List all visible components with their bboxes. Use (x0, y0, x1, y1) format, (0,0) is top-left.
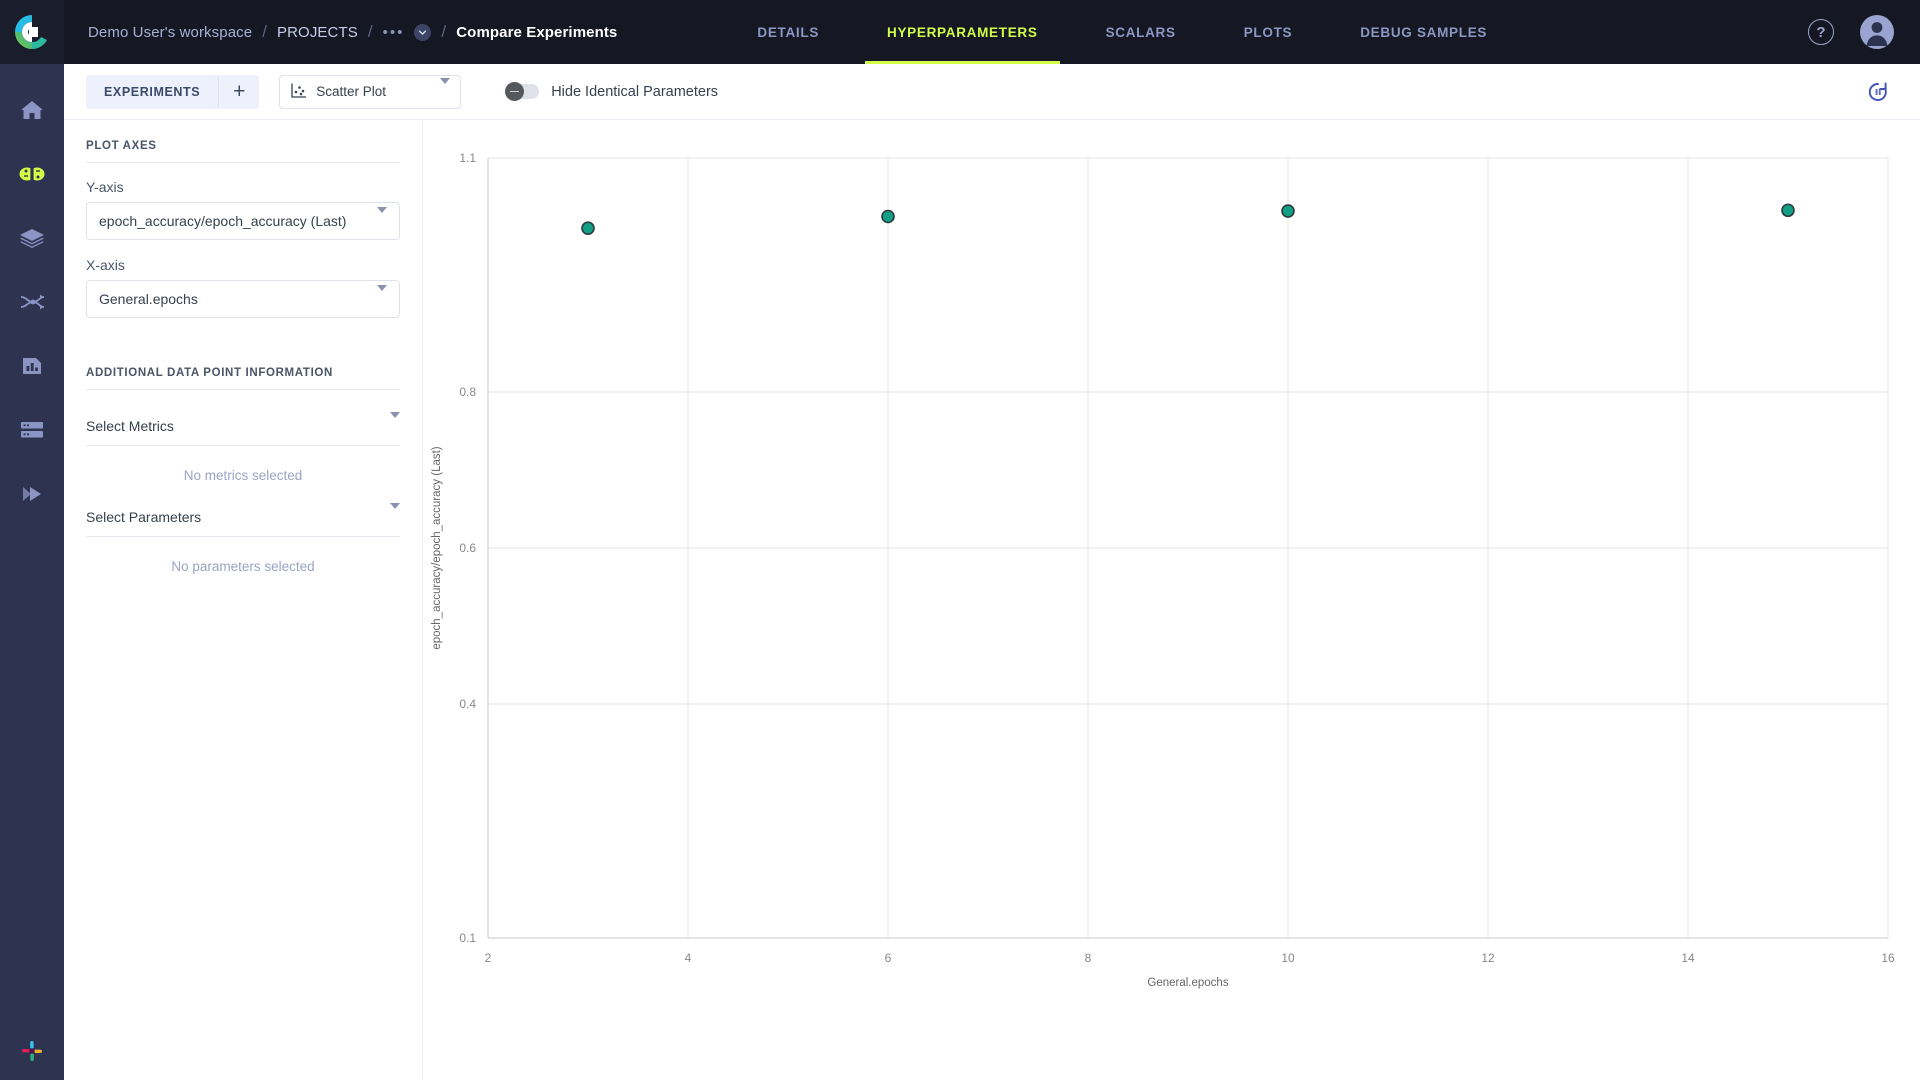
breadcrumb-separator-2: / (367, 22, 373, 41)
sidebar-item-workers[interactable] (0, 398, 64, 462)
top-bar-actions: ? (1808, 0, 1894, 64)
chevron-down-icon (369, 207, 387, 229)
y-axis-select[interactable]: epoch_accuracy/epoch_accuracy (Last) (86, 202, 400, 240)
chevron-down-icon (440, 78, 451, 99)
y-axis-tick-label: 0.4 (459, 697, 476, 711)
y-axis-tick-label: 1.1 (459, 151, 476, 165)
tab-details[interactable]: DETAILS (735, 0, 841, 64)
select-metrics-dropdown[interactable]: Select Metrics (86, 406, 400, 446)
y-axis-tick-label: 0.6 (459, 541, 476, 555)
x-axis-value: General.epochs (99, 291, 198, 307)
scatter-point (1281, 204, 1295, 218)
plot-settings-panel: PLOT AXES Y-axis epoch_accuracy/epoch_ac… (64, 120, 423, 1080)
scatter-plot-icon (290, 82, 307, 102)
sidebar-item-projects[interactable] (0, 142, 64, 206)
select-metrics-label: Select Metrics (86, 417, 174, 434)
sidebar-item-datasets[interactable] (0, 206, 64, 270)
sidebar-item-pipelines[interactable] (0, 270, 64, 334)
tab-plots[interactable]: PLOTS (1222, 0, 1315, 64)
reports-chart-icon (23, 358, 41, 374)
x-axis-tick-label: 2 (485, 951, 492, 965)
chevron-down-icon[interactable] (414, 23, 432, 41)
server-icon (21, 422, 43, 438)
chevron-down-icon (390, 502, 400, 525)
left-rail (0, 64, 64, 1080)
pipelines-icon (20, 294, 45, 310)
top-bar: Demo User's workspace / PROJECTS / ••• /… (0, 0, 1920, 64)
toolbar: EXPERIMENTS + Scatter Plot Hide Identica… (64, 64, 1920, 120)
scatter-point (581, 221, 595, 235)
auto-refresh-pause-icon[interactable] (1862, 76, 1894, 108)
plot-canvas[interactable]: 0.1 0.4 0.6 0.8 1.1 2 4 6 8 10 12 14 16 General.epoch… (424, 120, 1920, 1080)
tab-scalars[interactable]: SCALARS (1084, 0, 1198, 64)
x-axis-tick-label: 14 (1681, 951, 1695, 965)
breadcrumb-ellipsis[interactable]: ••• (383, 24, 405, 41)
toggle-knob (505, 82, 525, 101)
breadcrumb-projects[interactable]: PROJECTS (277, 24, 358, 41)
y-axis-value: epoch_accuracy/epoch_accuracy (Last) (99, 213, 347, 229)
select-parameters-label: Select Parameters (86, 508, 202, 525)
slack-icon (22, 1041, 42, 1061)
tab-debug-samples[interactable]: DEBUG SAMPLES (1338, 0, 1509, 64)
plot-type-value: Scatter Plot (316, 84, 386, 99)
fast-forward-icon (23, 487, 41, 501)
x-axis-select[interactable]: General.epochs (86, 280, 400, 318)
home-icon (21, 101, 43, 119)
add-experiment-button[interactable]: + (219, 74, 260, 109)
y-axis-title: epoch_accuracy/epoch_accuracy (Last) (431, 446, 443, 649)
y-axis-label: Y-axis (86, 179, 124, 195)
breadcrumb: Demo User's workspace / PROJECTS / ••• /… (88, 22, 617, 42)
sidebar-item-home[interactable] (0, 78, 64, 142)
scatter-plot-chart[interactable]: 0.1 0.4 0.6 0.8 1.1 2 4 6 8 10 12 14 16 General.epoch… (424, 120, 1920, 1080)
sidebar-item-applications[interactable] (0, 462, 64, 526)
plot-axes-title: PLOT AXES (86, 140, 400, 163)
toggle-track[interactable] (505, 82, 540, 101)
scatter-point (1781, 203, 1795, 218)
tab-bar: DETAILS HYPERPARAMETERS SCALARS PLOTS DE… (723, 0, 1521, 64)
chevron-down-icon (390, 411, 400, 434)
y-axis-tick-label: 0.8 (459, 385, 476, 399)
x-axis-tick-label: 4 (685, 951, 692, 965)
user-avatar-icon[interactable] (1860, 15, 1894, 49)
tab-hyperparameters[interactable]: HYPERPARAMETERS (865, 0, 1060, 64)
layers-icon (20, 229, 44, 248)
x-axis-tick-label: 6 (885, 951, 892, 965)
help-circle-icon[interactable]: ? (1808, 19, 1834, 45)
x-axis-tick-label: 8 (1085, 951, 1092, 965)
scatter-point (881, 209, 895, 224)
select-parameters-dropdown[interactable]: Select Parameters (86, 497, 400, 537)
brain-icon (19, 167, 45, 181)
hide-identical-parameters-label: Hide Identical Parameters (551, 83, 719, 100)
y-axis-tick-label: 0.1 (459, 931, 476, 945)
no-metrics-message: No metrics selected (183, 468, 303, 483)
additional-info-title: ADDITIONAL DATA POINT INFORMATION (86, 367, 400, 390)
x-axis-tick-label: 10 (1281, 951, 1295, 965)
sidebar-item-slack[interactable] (0, 1038, 64, 1064)
x-axis-tick-label: 16 (1881, 951, 1895, 965)
x-axis-title: General.epochs (1147, 977, 1228, 989)
experiments-button-group: EXPERIMENTS + (86, 74, 260, 109)
experiments-button[interactable]: EXPERIMENTS (86, 74, 220, 109)
x-axis-label: X-axis (86, 257, 125, 273)
x-axis-tick-label: 12 (1481, 951, 1495, 965)
breadcrumb-separator-1: / (262, 22, 268, 41)
chevron-down-icon (369, 285, 387, 307)
breadcrumb-current: Compare Experiments (456, 23, 618, 41)
hide-identical-parameters-toggle[interactable]: Hide Identical Parameters (505, 82, 719, 101)
plot-type-select[interactable]: Scatter Plot (279, 74, 462, 109)
breadcrumb-workspace[interactable]: Demo User's workspace (88, 24, 252, 41)
app-logo[interactable] (0, 0, 64, 64)
sidebar-item-reports[interactable] (0, 334, 64, 398)
no-parameters-message: No parameters selected (171, 559, 315, 574)
breadcrumb-separator-3: / (441, 22, 447, 41)
